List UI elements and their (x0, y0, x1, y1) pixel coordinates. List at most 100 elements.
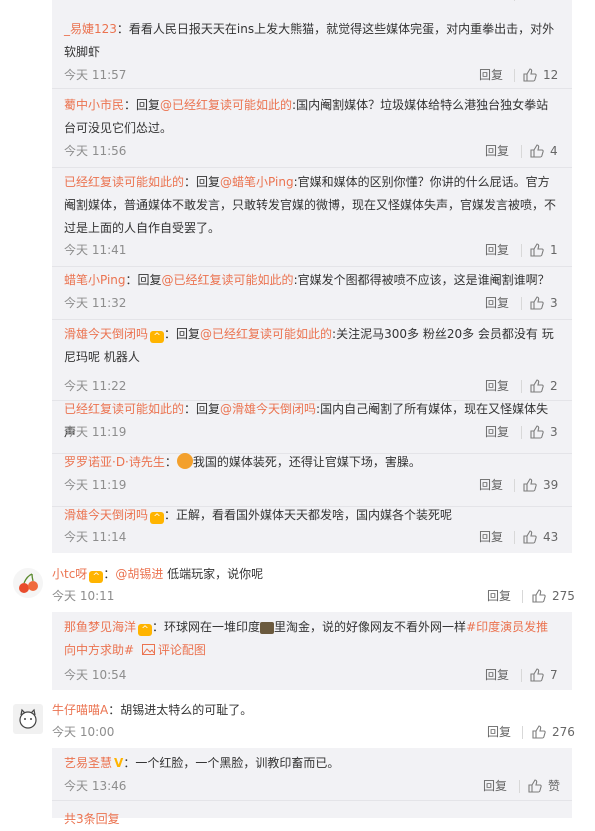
like-button[interactable]: 43 (523, 529, 558, 545)
timestamp: 今天 10:54 (64, 668, 127, 682)
list-item: 滑雄今天倒闭吗 ^ ：正解，看看国外媒体天天都发啥，国内媒各个装死呢 今天 11:1… (52, 506, 572, 553)
avatar[interactable] (13, 568, 43, 598)
nested-replies-block: 艺易圣慧 V：一个红脸，一个黑脸，训教印畜而已。 今天 13:46 回复 赞 共3… (52, 748, 572, 826)
username-link[interactable]: 罗罗诺亚·D·诗先生 (64, 455, 165, 469)
reply-button[interactable]: 回复 (485, 378, 509, 394)
reply-button[interactable]: 回复 (483, 778, 507, 794)
reply-button[interactable]: 回复 (485, 295, 509, 311)
like-count: 4 (550, 144, 558, 158)
separator: ：回复 (164, 327, 201, 341)
username-link[interactable]: 牛仔喵喵A (52, 703, 108, 717)
reply-button[interactable]: 回复 (485, 143, 509, 159)
timestamp: 今天 11:41 (64, 243, 127, 257)
like-count: 12 (543, 68, 559, 82)
timestamp: 今天 10:00 (52, 725, 115, 739)
timestamp: 今天 11:14 (64, 530, 127, 544)
thumbs-up-icon (528, 779, 542, 793)
reply-button[interactable]: 回复 (483, 0, 507, 2)
like-button[interactable]: 赞 (528, 778, 560, 794)
list-item: 罗罗诺亚·D·诗先生： 我国的媒体装死，还得让官媒下场，害臊。 今天 11:19 … (52, 453, 572, 507)
reply-button[interactable]: 回复 (487, 588, 511, 604)
list-item: 蜡笔小Ping：回复@已经红复读可能如此的:官媒发个图都得被喷不应该，这是谁阉割… (52, 266, 572, 320)
username-link[interactable]: _易婕123 (64, 22, 117, 36)
separator: ：回复 (184, 175, 221, 189)
thumbs-up-icon (523, 530, 537, 544)
mention-link[interactable]: @已经红复读可能如此的 (200, 327, 332, 341)
like-button[interactable]: 8 (514, 0, 536, 2)
separator: ： (116, 22, 129, 36)
username-link[interactable]: 已经红复读可能如此的 (64, 402, 184, 416)
like-count: 39 (543, 478, 559, 492)
reply-button[interactable]: 回复 (479, 529, 503, 545)
comment-text-line: 小tc呀 ^ ：@胡锡进 低端玩家，说你呢 (52, 563, 583, 586)
reply-button[interactable]: 回复 (479, 477, 503, 493)
mention-link[interactable]: @蜡笔小Ping (220, 175, 294, 189)
like-count: 275 (552, 589, 575, 603)
thumbs-up-icon (530, 296, 544, 310)
like-button[interactable]: 3 (530, 295, 558, 311)
comment-image-link[interactable]: 评论配图 (138, 643, 206, 657)
reply-text-line: 罗罗诺亚·D·诗先生： 我国的媒体装死，还得让官媒下场，害臊。 (64, 451, 560, 474)
like-count: 2 (550, 379, 558, 393)
reply-text-line: 薥中小市民：回复@已经红复读可能如此的:国内阉割媒体？垃圾媒体给特么港独台独女拳… (64, 94, 560, 140)
thumbs-up-icon (523, 68, 537, 82)
username-link[interactable]: 已经红复读可能如此的 (64, 175, 184, 189)
like-button[interactable]: 39 (523, 477, 558, 493)
thumbs-up-icon (532, 589, 546, 603)
list-item: 滑雄今天倒闭吗 ^ ：回复@已经红复读可能如此的:关注泥马300多 粉丝20多 会员… (52, 319, 572, 401)
mention-link[interactable]: @胡锡进 (115, 567, 163, 581)
like-count: 3 (550, 425, 558, 439)
separator: ： (164, 455, 177, 469)
username-link[interactable]: 那鱼梦见海洋 (64, 620, 136, 634)
mention-link[interactable]: @滑雄今天倒闭吗 (220, 402, 316, 416)
nested-replies-top-stub: 回复 8 (52, 0, 572, 8)
reply-button[interactable]: 回复 (485, 667, 509, 683)
username-link[interactable]: 蜡笔小Ping (64, 273, 126, 287)
like-button[interactable]: 7 (530, 667, 558, 683)
like-button[interactable]: 276 (532, 724, 575, 740)
separator: ：回复 (184, 402, 221, 416)
image-icon (141, 644, 155, 655)
comment-item: 牛仔喵喵A：胡锡进太特么的可耻了。 今天 10:00 回复 276 (0, 696, 595, 746)
reply-button[interactable]: 回复 (479, 67, 503, 83)
timestamp: 今天 11:19 (64, 425, 127, 439)
like-button[interactable]: 2 (530, 378, 558, 394)
timestamp: 今天 11:19 (64, 478, 127, 492)
like-button[interactable]: 275 (532, 588, 575, 604)
comment-item: 小tc呀 ^ ：@胡锡进 低端玩家，说你呢 今天 10:11 回复 275 (0, 560, 595, 610)
separator: ： (123, 756, 136, 770)
comment-image-label: 评论配图 (157, 643, 206, 657)
username-link[interactable]: 滑雄今天倒闭吗 (64, 508, 148, 522)
like-button[interactable]: 12 (523, 67, 558, 83)
like-count: 7 (550, 668, 558, 682)
like-button[interactable]: 1 (530, 242, 558, 258)
thumbs-up-icon (530, 144, 544, 158)
like-count: 276 (552, 725, 575, 739)
username-link[interactable]: 艺易圣慧 (64, 756, 112, 770)
mention-link[interactable]: @已经红复读可能如此的 (160, 98, 292, 112)
mention-link[interactable]: @已经红复读可能如此的 (162, 273, 294, 287)
comment-text-line: 牛仔喵喵A：胡锡进太特么的可耻了。 (52, 699, 583, 722)
reply-button[interactable]: 回复 (485, 424, 509, 440)
thumbs-up-icon (523, 478, 537, 492)
more-replies-link[interactable]: 共3条回复 (64, 808, 560, 831)
timestamp: 今天 11:56 (64, 144, 127, 158)
like-button[interactable]: 3 (530, 424, 558, 440)
timestamp: 今天 10:11 (52, 589, 115, 603)
username-link[interactable]: 滑雄今天倒闭吗 (64, 327, 148, 341)
reply-text-line: 滑雄今天倒闭吗 ^ ：正解，看看国外媒体天天都发啥，国内媒各个装死呢 (64, 504, 560, 527)
reply-button[interactable]: 回复 (487, 724, 511, 740)
separator: ：回复 (125, 273, 162, 287)
avatar[interactable] (13, 704, 43, 734)
thumbs-up-icon (530, 668, 544, 682)
like-button[interactable]: 4 (530, 143, 558, 159)
cherry-avatar-icon (19, 573, 38, 593)
reply-text: 里淘金，说的好像网友不看外网一样 (274, 620, 467, 634)
username-link[interactable]: 薥中小市民 (64, 98, 124, 112)
like-count: 赞 (548, 779, 561, 793)
username-link[interactable]: 小tc呀 (52, 567, 87, 581)
separator: ： (152, 620, 165, 634)
reply-text: 我国的媒体装死，还得让官媒下场，害臊。 (192, 455, 421, 469)
reply-button[interactable]: 回复 (485, 242, 509, 258)
thumbs-up-icon (530, 425, 544, 439)
